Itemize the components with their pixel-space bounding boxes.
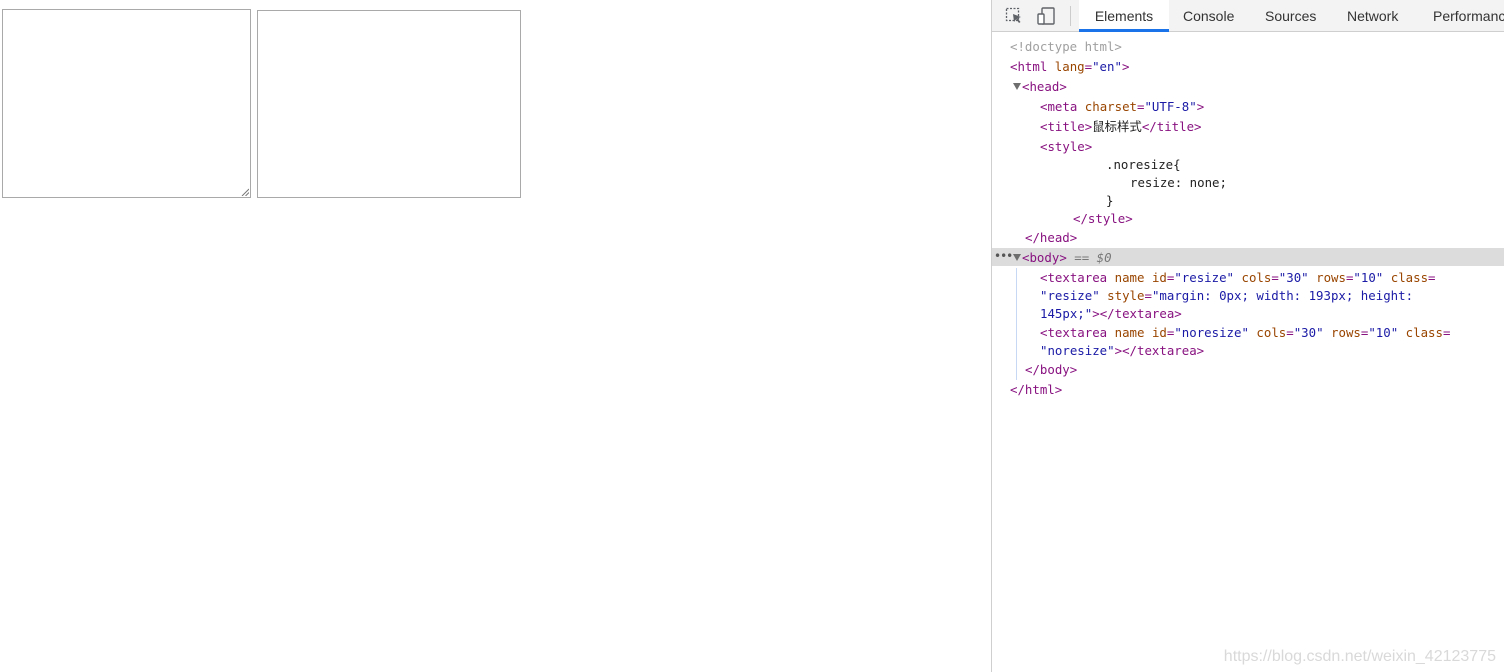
tab-performance[interactable]: Performanc — [1433, 0, 1504, 32]
body-dollar-ref: $0 — [1096, 250, 1112, 265]
body-close-tag: </body> — [1025, 362, 1078, 377]
ta1-tag: textarea — [1047, 270, 1108, 285]
title-text: 鼠标样式 — [1092, 119, 1142, 134]
html-lang-val: "en" — [1092, 59, 1122, 74]
body-tag: body — [1029, 250, 1060, 265]
ta1-class-val: "resize" — [1040, 288, 1100, 303]
inspect-element-icon[interactable] — [1004, 6, 1024, 26]
ta2-tag: textarea — [1047, 325, 1108, 340]
title-tag: title — [1047, 119, 1085, 134]
indent-guide — [1016, 268, 1017, 380]
tab-console[interactable]: Console — [1183, 0, 1234, 32]
ta2-rows-val: "10" — [1368, 325, 1399, 340]
ta1-id-attr: id — [1151, 270, 1167, 285]
tab-elements[interactable]: Elements — [1079, 0, 1169, 32]
dom-node-textarea-resize-cont[interactable]: "resize" style="margin: 0px; width: 193p… — [1040, 286, 1413, 305]
html-close-tag: </html> — [1010, 382, 1063, 397]
ta1-id-val: "resize" — [1174, 270, 1235, 285]
dom-node-textarea-noresize[interactable]: <textarea name id="noresize" cols="30" r… — [1040, 323, 1450, 342]
html-lang-attr: lang — [1054, 59, 1085, 74]
noresize-textarea[interactable] — [257, 10, 521, 198]
ta2-id-val: "noresize" — [1174, 325, 1249, 340]
ta1-close-tag: </textarea> — [1099, 306, 1182, 321]
dom-node-html[interactable]: <html lang="en"> — [1010, 57, 1129, 76]
doctype-text: <!doctype html> — [1010, 39, 1122, 54]
watermark-text: https://blog.csdn.net/weixin_42123775 — [1223, 648, 1496, 665]
style-tag: style — [1047, 139, 1085, 154]
toolbar-separator — [1070, 6, 1071, 26]
css-rule-text: resize: none; — [1130, 175, 1227, 190]
tab-sources[interactable]: Sources — [1265, 0, 1316, 32]
ta1-style-attr: style — [1107, 288, 1145, 303]
head-close-tag: </head> — [1025, 230, 1078, 245]
dom-tree: ••• <!doctype html> <html lang="en"> <he… — [992, 33, 1504, 672]
tab-network[interactable]: Network — [1347, 0, 1398, 32]
ta1-cols-val: "30" — [1278, 270, 1309, 285]
ta2-close-tag: </textarea> — [1122, 343, 1205, 358]
ta2-cols-attr: cols — [1256, 325, 1287, 340]
ta1-name-attr: name — [1114, 270, 1145, 285]
more-actions-icon[interactable]: ••• — [994, 249, 1013, 263]
meta-charset-attr: charset — [1084, 99, 1137, 114]
devtools-toolbar: Elements Console Sources Network Perform… — [992, 0, 1504, 32]
collapse-triangle-icon[interactable] — [1013, 254, 1021, 261]
expand-triangle-icon[interactable] — [1013, 83, 1021, 90]
ta1-class-attr: class — [1390, 270, 1429, 285]
dom-node-doctype[interactable]: <!doctype html> — [1010, 37, 1122, 56]
dom-node-head[interactable]: <head> — [1013, 77, 1067, 96]
ta1-cols-attr: cols — [1241, 270, 1272, 285]
ta1-style-val-a: "margin: 0px; width: 193px; height: — [1151, 288, 1414, 303]
dom-node-style[interactable]: <style> — [1040, 137, 1092, 156]
ta2-class-val: "noresize" — [1040, 343, 1115, 358]
devtools-panel: Elements Console Sources Network Perform… — [991, 0, 1504, 672]
dom-node-title[interactable]: <title>鼠标样式</title> — [1040, 117, 1202, 136]
ta2-cols-val: "30" — [1293, 325, 1324, 340]
ta2-id-attr: id — [1151, 325, 1167, 340]
ta2-rows-attr: rows — [1331, 325, 1361, 340]
ta2-class-attr: class — [1405, 325, 1443, 340]
style-close-tag: </style> — [1073, 211, 1133, 226]
dom-node-textarea-noresize-end[interactable]: "noresize"></textarea> — [1040, 341, 1204, 360]
html-tag: html — [1017, 59, 1048, 74]
title-close-tag: </title> — [1141, 119, 1202, 134]
page-viewport — [0, 0, 991, 672]
css-close-brace: } — [1106, 193, 1114, 208]
ta1-rows-attr: rows — [1316, 270, 1346, 285]
resize-grip-icon[interactable] — [240, 187, 249, 196]
device-toolbar-icon[interactable] — [1036, 6, 1056, 26]
body-marker: == — [1066, 250, 1097, 265]
dom-node-textarea-resize[interactable]: <textarea name id="resize" cols="30" row… — [1040, 268, 1436, 287]
resize-textarea[interactable] — [2, 9, 251, 198]
ta2-name-attr: name — [1114, 325, 1145, 340]
ta1-rows-val: "10" — [1353, 270, 1384, 285]
meta-charset-val: "UTF-8" — [1144, 99, 1197, 114]
head-tag: head — [1029, 79, 1060, 94]
css-selector-text: .noresize{ — [1106, 157, 1181, 172]
dom-node-body[interactable]: <body> == $0 — [1013, 248, 1112, 267]
dom-node-textarea-resize-end[interactable]: 145px;"></textarea> — [1040, 304, 1182, 323]
ta1-style-val-b: 145px;" — [1040, 306, 1093, 321]
dom-node-meta[interactable]: <meta charset="UTF-8"> — [1040, 97, 1204, 116]
meta-tag: meta — [1047, 99, 1078, 114]
